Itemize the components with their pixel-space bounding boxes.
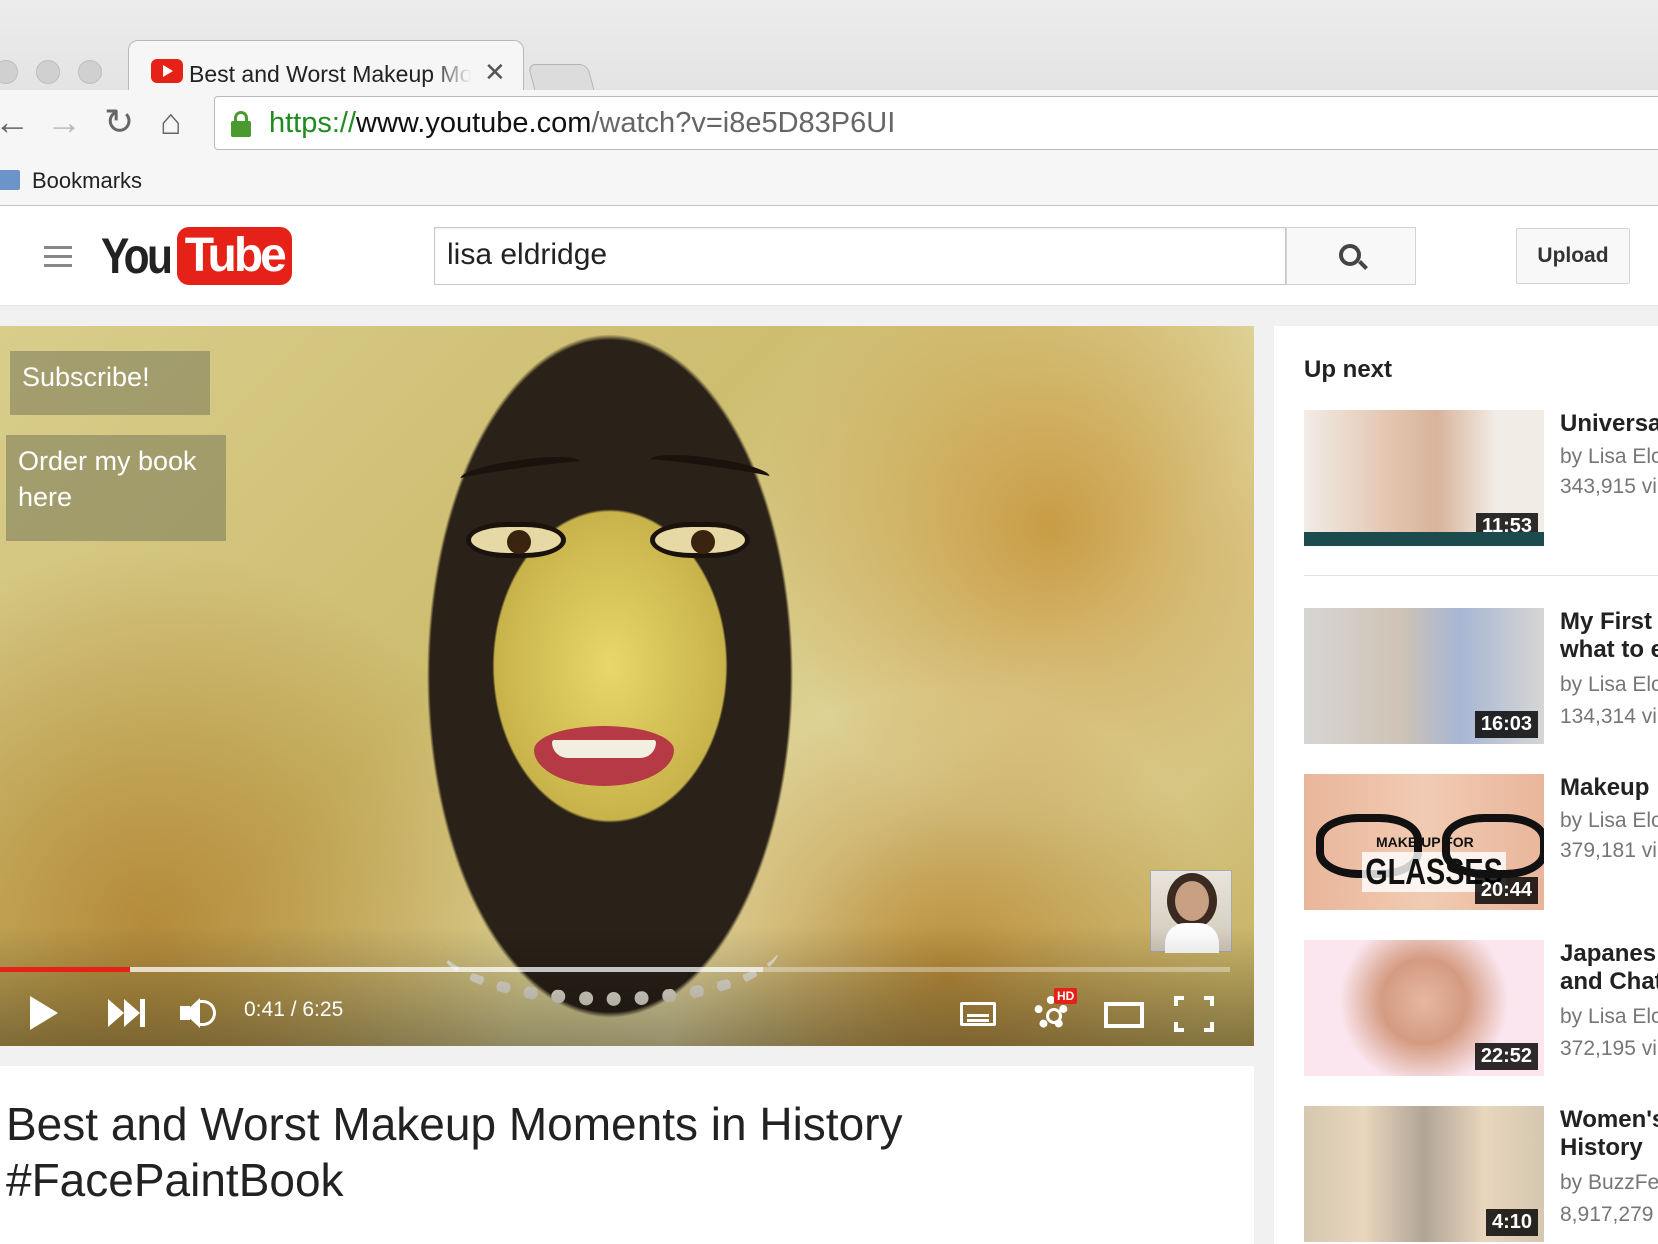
search-box (434, 227, 1286, 285)
video-item-channel: by BuzzFe (1560, 1171, 1658, 1194)
upload-button[interactable]: Upload (1516, 228, 1630, 284)
video-frame-detail (650, 522, 750, 558)
url-path: /watch?v=i8e5D83P6UI (591, 107, 896, 139)
youtube-logo[interactable]: You Tube (101, 226, 292, 286)
video-duration: 16:03 (1474, 711, 1538, 738)
related-item[interactable]: 22:52 Japanes and Chat by Lisa Elc 372,1… (1304, 940, 1658, 1080)
video-thumbnail[interactable]: 11:53 (1304, 410, 1544, 546)
search-button[interactable] (1286, 227, 1416, 285)
hd-badge: HD (1054, 988, 1078, 1004)
video-item-title[interactable]: Japanes (1560, 940, 1658, 968)
tab-title: Best and Worst Makeup Moments in History… (189, 61, 471, 87)
search-icon (1339, 244, 1361, 266)
back-arrow-icon[interactable]: ← (0, 104, 30, 140)
youtube-favicon-icon (151, 59, 183, 83)
video-item-title-line2[interactable]: and Chat (1560, 968, 1658, 996)
youtube-header: You Tube Upload (0, 206, 1658, 306)
window-minimize-icon[interactable] (36, 60, 60, 84)
video-duration: 20:44 (1474, 877, 1538, 904)
video-item-channel: by Lisa Elc (1560, 809, 1658, 832)
logo-you: You (101, 228, 173, 284)
video-thumbnail[interactable]: 4:10 (1304, 1106, 1544, 1242)
time-display: 0:41 / 6:25 (244, 998, 344, 1021)
video-item-views: 134,314 vi (1560, 705, 1657, 728)
theater-mode-icon[interactable] (1104, 1002, 1144, 1028)
video-frame-detail (534, 726, 674, 786)
video-info-card: Best and Worst Makeup Moments in History… (0, 1066, 1254, 1244)
video-item-views: 372,195 vi (1560, 1037, 1657, 1060)
video-title: Best and Worst Makeup Moments in History… (6, 1098, 903, 1206)
hamburger-menu-icon[interactable] (44, 246, 72, 268)
address-bar[interactable]: https://www.youtube.com/watch?v=i8e5D83P… (214, 96, 1658, 150)
url-text: https://www.youtube.com/watch?v=i8e5D83P… (269, 107, 895, 140)
window-maximize-icon[interactable] (78, 60, 102, 84)
tab-strip: Best and Worst Makeup Moments in History… (0, 16, 1658, 106)
window-close-icon[interactable] (0, 60, 18, 84)
thumbnail-caption-small: MAKE UP FOR (1376, 834, 1474, 850)
fullscreen-icon[interactable] (1174, 996, 1214, 1032)
annotation-order-book[interactable]: Order my book here (6, 435, 226, 541)
video-item-title-line2[interactable]: History (1560, 1134, 1658, 1162)
up-next-label: Up next (1304, 356, 1393, 383)
browser-chrome: Best and Worst Makeup Moments in History… (0, 0, 1658, 206)
video-item-title[interactable]: Makeup (1560, 774, 1658, 802)
video-thumbnail[interactable]: 16:03 (1304, 608, 1544, 744)
tab-close-icon[interactable]: ✕ (484, 57, 506, 88)
video-thumbnail[interactable]: MAKE UP FOR GLASSES 20:44 (1304, 774, 1544, 910)
video-duration: 22:52 (1474, 1043, 1538, 1070)
watch-sidebar: Up next 11:53 Universa by Lisa Elc 343,9… (1274, 326, 1658, 1244)
video-item-views: 343,915 vi (1560, 475, 1657, 498)
video-thumbnail[interactable]: 22:52 (1304, 940, 1544, 1076)
video-item-channel: by Lisa Elc (1560, 673, 1658, 696)
video-frame-detail (466, 522, 566, 558)
video-item-channel: by Lisa Elc (1560, 445, 1658, 468)
video-item-title-line2[interactable]: what to e (1560, 636, 1658, 664)
related-item[interactable]: MAKE UP FOR GLASSES 20:44 Makeup by Lisa… (1304, 774, 1658, 914)
subtitles-icon[interactable] (960, 1002, 996, 1026)
next-video-bar (140, 999, 145, 1027)
video-duration: 11:53 (1475, 513, 1538, 540)
home-icon[interactable]: ⌂ (160, 104, 182, 140)
video-frame-detail (649, 449, 771, 487)
bookmarks-folder[interactable]: Bookmarks (32, 168, 142, 194)
video-duration: 4:10 (1485, 1209, 1538, 1236)
url-scheme: https:// (269, 107, 357, 139)
video-player[interactable]: Subscribe! Order my book here 0:41 / 6:2… (0, 326, 1254, 1046)
play-icon[interactable] (30, 996, 58, 1030)
forward-arrow-icon[interactable]: → (46, 104, 82, 140)
reload-icon[interactable]: ↻ (104, 104, 134, 140)
video-item-channel: by Lisa Elc (1560, 1005, 1658, 1028)
progress-played (0, 967, 131, 972)
lock-icon[interactable] (231, 111, 251, 137)
video-item-views: 379,181 vi (1560, 839, 1657, 862)
sidebar-divider (1304, 575, 1658, 576)
browser-toolbar: ← → ↻ ⌂ https://www.youtube.com/watch?v=… (0, 90, 1658, 156)
bookmarks-bar: Bookmarks (0, 156, 1658, 206)
video-item-title[interactable]: My First (1560, 608, 1658, 636)
video-frame-detail (459, 451, 581, 489)
video-item-views: 8,917,279 (1560, 1203, 1654, 1226)
video-item-title[interactable]: Universa (1560, 410, 1658, 438)
related-item[interactable]: 4:10 Women's History by BuzzFe 8,917,279 (1304, 1106, 1658, 1244)
logo-tube: Tube (176, 227, 292, 285)
search-input[interactable] (447, 238, 1267, 272)
url-host: www.youtube.com (356, 107, 592, 139)
video-item-title[interactable]: Women's (1560, 1106, 1658, 1134)
annotation-subscribe[interactable]: Subscribe! (10, 351, 210, 415)
folder-icon[interactable] (0, 170, 20, 190)
related-item[interactable]: 16:03 My First what to e by Lisa Elc 134… (1304, 608, 1658, 748)
up-next-item[interactable]: 11:53 Universa by Lisa Elc 343,915 vi (1304, 410, 1658, 550)
